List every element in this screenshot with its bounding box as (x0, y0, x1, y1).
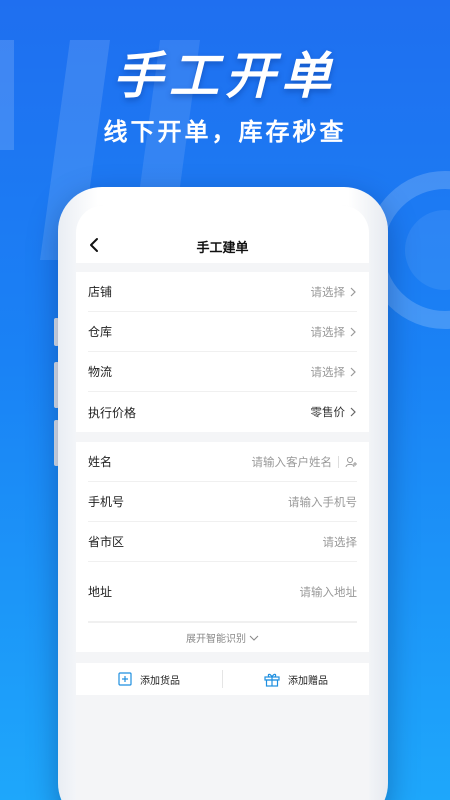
app-screen: 手工建单 店铺 请选择 仓库 请选择 物流 请选择 执行价格 零售价 姓名 请输… (76, 205, 369, 800)
address-row: 地址 请输入地址 (88, 562, 357, 622)
chevron-right-icon (350, 367, 356, 376)
price-select[interactable]: 零售价 (311, 404, 358, 420)
phone-row: 手机号 请输入手机号 (88, 482, 357, 522)
row-label: 店铺 (88, 285, 113, 299)
phone-input[interactable]: 请输入手机号 (288, 494, 357, 510)
logistics-select[interactable]: 请选择 (311, 364, 358, 380)
add-gift-button[interactable]: 添加赠品 (223, 663, 369, 695)
row-label: 省市区 (88, 535, 125, 549)
customer-info-card: 姓名 请输入客户姓名 手机号 请输入手机号 省市区 请选择 地址 请输入地址 展… (76, 442, 369, 652)
name-row: 姓名 请输入客户姓名 (88, 442, 357, 482)
region-row[interactable]: 省市区 请选择 (88, 522, 357, 562)
gift-icon (264, 673, 280, 687)
promo-title: 手工开单 (113, 47, 337, 105)
chevron-right-icon (350, 327, 356, 336)
nav-bar: 手工建单 (76, 205, 369, 263)
chevron-right-icon (350, 287, 356, 296)
expand-smart-recognition[interactable]: 展开智能识别 (88, 622, 357, 652)
row-label: 地址 (88, 585, 113, 599)
name-input[interactable]: 请输入客户姓名 (252, 454, 357, 470)
row-label: 姓名 (88, 455, 113, 469)
add-contact-icon[interactable] (345, 456, 357, 468)
row-label: 手机号 (88, 495, 125, 509)
store-row[interactable]: 店铺 请选择 (88, 272, 357, 312)
row-label: 执行价格 (88, 405, 137, 420)
row-label: 仓库 (88, 325, 113, 339)
warehouse-row[interactable]: 仓库 请选择 (88, 312, 357, 352)
row-label: 物流 (88, 365, 113, 379)
bottom-action-bar: 添加货品 添加赠品 (76, 663, 369, 695)
warehouse-select[interactable]: 请选择 (311, 324, 358, 340)
plus-square-icon (118, 672, 132, 686)
region-select[interactable]: 请选择 (323, 534, 358, 550)
promo-subtitle: 线下开单，库存秒查 (103, 118, 347, 146)
chevron-down-icon (249, 635, 259, 641)
add-goods-button[interactable]: 添加货品 (76, 663, 222, 695)
price-row[interactable]: 执行价格 零售价 (88, 392, 357, 432)
store-select[interactable]: 请选择 (311, 284, 358, 300)
logistics-row[interactable]: 物流 请选择 (88, 352, 357, 392)
divider (338, 455, 339, 468)
chevron-right-icon (350, 407, 356, 417)
address-input[interactable]: 请输入地址 (300, 584, 358, 600)
page-title: 手工建单 (196, 241, 249, 256)
order-settings-card: 店铺 请选择 仓库 请选择 物流 请选择 执行价格 零售价 (76, 272, 369, 432)
